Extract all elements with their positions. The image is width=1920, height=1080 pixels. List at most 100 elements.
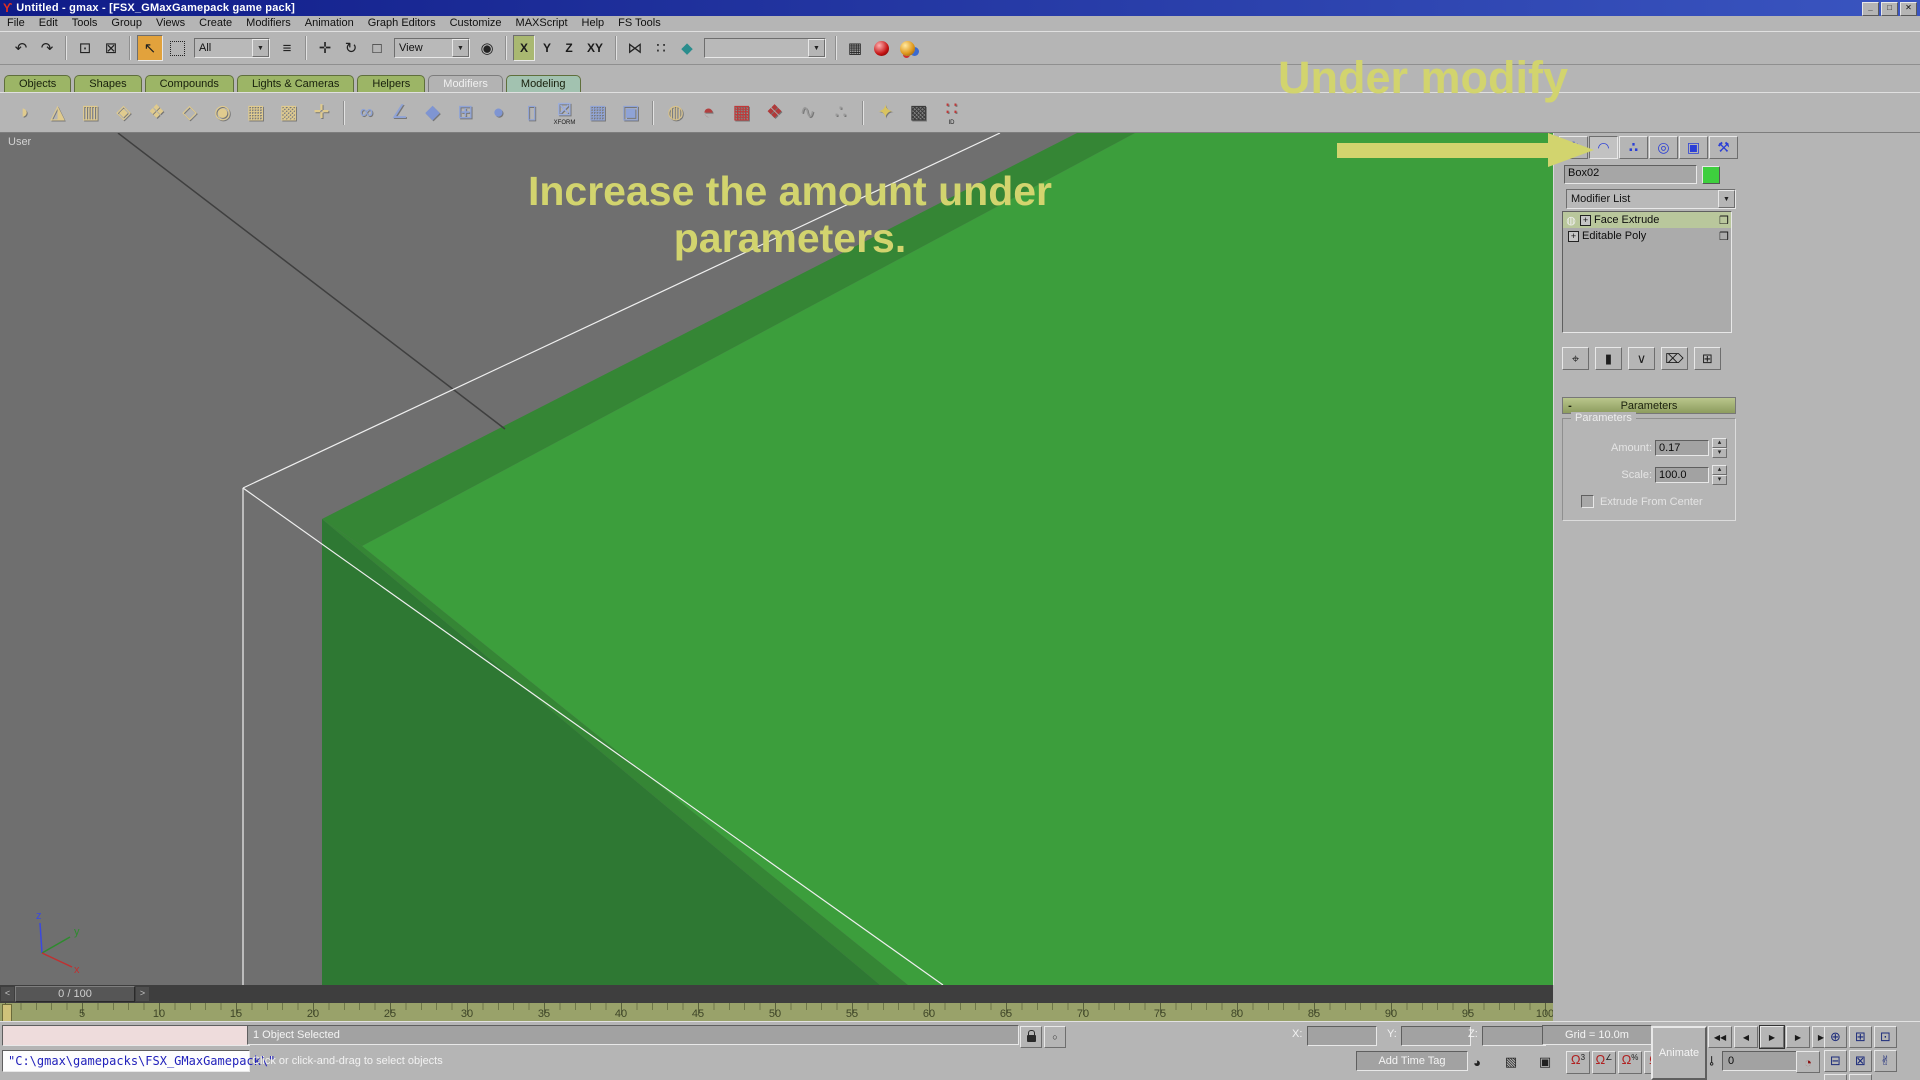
current-frame-field[interactable]: 0 bbox=[1722, 1051, 1802, 1071]
maximize-button[interactable]: □ bbox=[1881, 2, 1898, 16]
minimize-button[interactable]: _ bbox=[1862, 2, 1879, 16]
toolbar-tab[interactable]: Helpers bbox=[357, 75, 425, 92]
bend-modifier-icon[interactable]: ◗ bbox=[8, 97, 41, 129]
menu-item[interactable]: Edit bbox=[32, 16, 65, 31]
render-icon[interactable] bbox=[895, 36, 919, 60]
selection-lock-button[interactable] bbox=[1020, 1026, 1042, 1048]
extrude-from-center-checkbox[interactable] bbox=[1581, 495, 1594, 508]
angle-snap-button[interactable]: Ω∠ bbox=[1592, 1051, 1616, 1074]
menu-item[interactable]: Group bbox=[104, 16, 149, 31]
percent-snap-button[interactable]: Ω% bbox=[1618, 1051, 1642, 1074]
diamond-grid-icon[interactable]: ❖ bbox=[758, 97, 791, 129]
absolute-offset-toggle[interactable]: ○ bbox=[1044, 1026, 1066, 1048]
zoom-extents-all-button[interactable]: ⊟ bbox=[1824, 1050, 1847, 1072]
crossing-selection-icon[interactable]: ▧ bbox=[1500, 1052, 1522, 1072]
maxscript-listener-output[interactable]: "C:\gmax\gamepacks\FSX_GMaxGamepack\" bbox=[2, 1050, 250, 1072]
select-and-rotate-icon[interactable]: ↻ bbox=[339, 36, 363, 60]
zoom-extents-button[interactable]: ⊡ bbox=[1874, 1026, 1897, 1048]
maxscript-listener-input[interactable] bbox=[2, 1025, 250, 1046]
close-button[interactable]: ✕ bbox=[1900, 2, 1917, 16]
dropdown-arrow-icon[interactable]: ▼ bbox=[1718, 190, 1735, 208]
selection-set-icon[interactable]: ◆ bbox=[675, 36, 699, 60]
object-name-field[interactable]: Box02 bbox=[1564, 165, 1697, 184]
region-select-icon[interactable] bbox=[165, 36, 189, 60]
use-pivot-center-icon[interactable]: ◉ bbox=[475, 36, 499, 60]
display-box-icon[interactable]: ▣ bbox=[614, 97, 647, 129]
spin-up-icon[interactable]: ▴ bbox=[1712, 438, 1727, 448]
toolbar-tab[interactable]: Objects bbox=[4, 75, 71, 92]
selection-filter-dropdown[interactable]: All ▼ bbox=[194, 38, 270, 58]
menu-item[interactable]: FS Tools bbox=[611, 16, 668, 31]
select-and-link-icon[interactable]: ⊡ bbox=[73, 36, 97, 60]
menu-item[interactable]: Help bbox=[575, 16, 612, 31]
pin-stack-button[interactable]: ⌖ bbox=[1562, 347, 1589, 370]
menu-item[interactable]: Graph Editors bbox=[361, 16, 443, 31]
snap-cube-icon[interactable]: ▣ bbox=[1534, 1052, 1556, 1072]
time-configuration-button[interactable]: ◔ bbox=[1796, 1051, 1820, 1073]
go-to-start-button[interactable]: ◀◀ bbox=[1708, 1026, 1732, 1048]
hierarchy-tab[interactable]: ∴ bbox=[1619, 136, 1648, 159]
noise-modifier-icon[interactable]: ◈ bbox=[107, 97, 140, 129]
select-and-move-icon[interactable]: ✛ bbox=[313, 36, 337, 60]
dropdown-arrow-icon[interactable]: ▼ bbox=[452, 39, 469, 57]
restrict-x-button[interactable]: X bbox=[513, 35, 535, 61]
track-bar[interactable]: 5101520253035404550556065707580859095100 bbox=[0, 1003, 1553, 1022]
restrict-y-button[interactable]: Y bbox=[537, 36, 557, 60]
spin-up-icon[interactable]: ▴ bbox=[1712, 465, 1727, 475]
arc-rotate-button[interactable]: ↺ bbox=[1824, 1074, 1847, 1080]
remove-modifier-button[interactable]: ⌦ bbox=[1661, 347, 1688, 370]
modifier-stack-row[interactable]: ◍ + Face Extrude ❒ bbox=[1563, 212, 1731, 228]
expand-icon[interactable]: + bbox=[1580, 215, 1591, 226]
time-slider-prev-button[interactable]: < bbox=[1, 987, 14, 1001]
mirror-icon[interactable]: ⋈ bbox=[623, 36, 647, 60]
ffd-cyl-modifier-icon[interactable]: ▩ bbox=[272, 97, 305, 129]
previous-frame-button[interactable]: ◀ bbox=[1734, 1026, 1758, 1048]
menu-item[interactable]: Customize bbox=[443, 16, 509, 31]
viewport-label[interactable]: User bbox=[8, 136, 31, 148]
track-bar-caret[interactable] bbox=[2, 1004, 12, 1022]
track-view-icon[interactable]: ▦ bbox=[843, 36, 867, 60]
menu-item[interactable]: Animation bbox=[298, 16, 361, 31]
wire-sphere-icon[interactable]: ◍ bbox=[659, 97, 692, 129]
ik-chain-icon[interactable]: ∠ bbox=[383, 97, 416, 129]
redo-icon[interactable]: ↷ bbox=[35, 36, 59, 60]
snap-toggle-button[interactable]: Ω3 bbox=[1566, 1051, 1590, 1074]
twist-modifier-icon[interactable]: ▥ bbox=[74, 97, 107, 129]
spherify-modifier-icon[interactable]: ◉ bbox=[206, 97, 239, 129]
x-coordinate-field[interactable] bbox=[1307, 1026, 1377, 1046]
toolbar-tab[interactable]: Modeling bbox=[506, 75, 581, 92]
play-button[interactable]: ▶ bbox=[1760, 1026, 1784, 1048]
checker-icon[interactable]: ▩ bbox=[902, 97, 935, 129]
geo-sphere-icon[interactable]: ◓ bbox=[692, 97, 725, 129]
named-selection-sets-dropdown[interactable]: ▼ bbox=[704, 38, 826, 58]
menu-item[interactable]: Modifiers bbox=[239, 16, 298, 31]
display-tab[interactable]: ▣ bbox=[1679, 136, 1708, 159]
spin-down-icon[interactable]: ▾ bbox=[1712, 448, 1727, 458]
align-icon[interactable]: ∷ bbox=[649, 36, 673, 60]
modifier-stack-row[interactable]: + Editable Poly ❒ bbox=[1563, 228, 1731, 244]
select-object-button[interactable]: ↖ bbox=[137, 35, 163, 61]
utilities-tab[interactable]: ⚒ bbox=[1709, 136, 1738, 159]
menu-item[interactable]: Create bbox=[192, 16, 239, 31]
min-max-toggle-button[interactable]: ◳ bbox=[1849, 1074, 1872, 1080]
toolbar-tab[interactable]: Lights & Cameras bbox=[237, 75, 354, 92]
ffd-lattice-icon[interactable]: ▦ bbox=[581, 97, 614, 129]
reference-coordinate-dropdown[interactable]: View ▼ bbox=[394, 38, 470, 58]
unlink-selection-icon[interactable]: ⊠ bbox=[99, 36, 123, 60]
menu-item[interactable]: Tools bbox=[65, 16, 105, 31]
object-color-swatch[interactable] bbox=[1702, 166, 1720, 184]
material-editor-icon[interactable] bbox=[869, 36, 893, 60]
amount-spinner[interactable]: ▴ ▾ bbox=[1712, 438, 1727, 458]
modifier-list-dropdown[interactable]: Modifier List ▼ bbox=[1566, 189, 1736, 209]
bulb-icon[interactable]: ◍ bbox=[1565, 214, 1577, 227]
select-and-scale-icon[interactable]: □ bbox=[365, 36, 389, 60]
zoom-button[interactable]: ⊕ bbox=[1824, 1026, 1847, 1048]
stretch-modifier-icon[interactable]: ◇ bbox=[173, 97, 206, 129]
set-key-icon[interactable]: ⊸ bbox=[1703, 1056, 1719, 1067]
taper-modifier-icon[interactable]: ◮ bbox=[41, 97, 74, 129]
grid-cubes-icon[interactable]: ▦ bbox=[725, 97, 758, 129]
link-xform-icon[interactable]: ⊞ bbox=[449, 97, 482, 129]
region-zoom-button[interactable]: ⊠ bbox=[1849, 1050, 1872, 1072]
menu-item[interactable]: MAXScript bbox=[509, 16, 575, 31]
bones-icon[interactable]: ∞ bbox=[350, 97, 383, 129]
